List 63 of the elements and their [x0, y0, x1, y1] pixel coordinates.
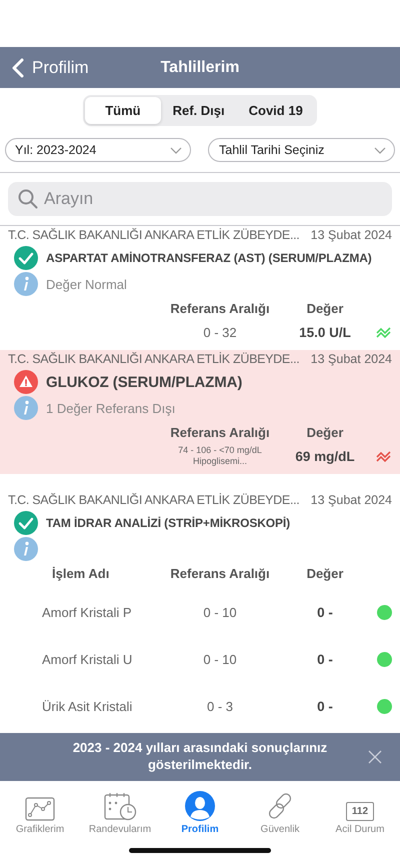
chevron-down-icon [374, 146, 386, 154]
reference-range: 0 - 32 [202, 324, 238, 340]
reference-range: 74 - 106 - <70 mg/dL Hipoglisemi... [177, 445, 263, 467]
column-header: Referans Aralığı [169, 566, 271, 580]
result-value: 0 - [316, 605, 334, 620]
calendar-clock-icon [103, 791, 137, 821]
search-icon [18, 189, 38, 209]
institution-name: T.C. SAĞLIK BAKANLIĞI ANKARA ETLİK ZÜBEYDE... [8, 493, 300, 509]
reference-range: 0 - 10 [202, 652, 238, 667]
tab-bar-item[interactable]: Grafiklerim [1, 785, 79, 835]
result-value: 0 - [316, 699, 334, 714]
close-icon[interactable] [368, 750, 382, 764]
test-name: GLUKOZ (SERUM/PLAZMA) [46, 374, 242, 390]
tab-bar-item[interactable]: Güvenlik [241, 785, 319, 835]
result-date: 13 Şubat 2024 [310, 228, 392, 244]
check-icon [14, 511, 38, 535]
info-text: 1 Değer Referans Dışı [46, 400, 176, 416]
screen-title: Tahlillerim [160, 58, 240, 76]
dropdown[interactable]: Tahlil Tarihi Seçiniz [208, 138, 395, 162]
test-item-name: Amorf Kristali U [41, 652, 134, 667]
info-icon[interactable] [14, 537, 38, 561]
institution-name: T.C. SAĞLIK BAKANLIĞI ANKARA ETLİK ZÜBEYDE... [8, 228, 300, 244]
result-value: 15.0 U/L [298, 324, 352, 340]
banner-message: 2023 - 2024 yılları arasındaki sonuçlarınız gösterilmektedir. [72, 740, 328, 774]
segment-tab[interactable]: Ref. Dışı [160, 97, 237, 124]
tab-bar-item[interactable]: Profilim [161, 785, 239, 835]
column-header: Değer [306, 300, 344, 316]
reference-range: 0 - 10 [202, 605, 238, 620]
institution-name: T.C. SAĞLIK BAKANLIĞI ANKARA ETLİK ZÜBEYDE... [8, 352, 300, 368]
search-field[interactable]: Arayın [8, 182, 392, 216]
column-header: Değer [306, 424, 344, 440]
back-button[interactable]: Profilim [0, 58, 89, 78]
dropdown[interactable]: Yıl: 2023-2024 [5, 138, 191, 162]
result-date: 13 Şubat 2024 [310, 352, 392, 368]
check-icon [14, 246, 38, 270]
chevron-down-icon [170, 146, 182, 154]
emergency-number-icon: 112 [346, 802, 374, 821]
column-header: Referans Aralığı [169, 300, 271, 316]
tab-bar-item[interactable]: 112 Acil Durum [321, 785, 399, 835]
info-icon[interactable] [14, 396, 38, 420]
info-text: Değer Normal [46, 276, 127, 292]
person-icon [185, 791, 215, 821]
test-item-name: Ürik Asit Kristali [41, 699, 134, 714]
result-value: 69 mg/dL [294, 448, 356, 464]
test-name: TAM İDRAR ANALİZİ (STRİP+MİKROSKOPİ) [46, 516, 290, 530]
result-value: 0 - [316, 652, 334, 667]
segment-tab[interactable]: Covid 19 [236, 97, 315, 124]
column-header: İşlem Adı [51, 566, 110, 580]
chart-icon [25, 797, 55, 821]
chevron-left-icon [12, 58, 24, 78]
column-header: Değer [306, 566, 344, 580]
reference-range: 0 - 3 [206, 699, 234, 714]
trend-icon[interactable] [376, 450, 392, 462]
info-icon[interactable] [14, 272, 38, 296]
test-name: ASPARTAT AMİNOTRANSFERAZ (AST) (SERUM/PLAZMA) [46, 251, 372, 265]
tab-bar-item[interactable]: Randevularım [81, 785, 159, 835]
result-card[interactable]: T.C. SAĞLIK BAKANLIĞI ANKARA ETLİK ZÜBEYDE... 13 Şubat 2024 GLUKOZ (SERUM/PLAZMA) 1 Değer Referans Dışı Referans Aralığı Değer 74 - 106 - <70 mg/dL Hipoglisemi... 69 mg/dL [0, 350, 400, 474]
warning-icon [14, 370, 38, 394]
column-header: Referans Aralığı [169, 424, 271, 440]
segment-tab[interactable]: Tümü [85, 97, 161, 124]
result-date: 13 Şubat 2024 [310, 493, 392, 509]
test-item-name: Amorf Kristali P [41, 605, 133, 620]
trend-icon[interactable] [376, 326, 392, 338]
